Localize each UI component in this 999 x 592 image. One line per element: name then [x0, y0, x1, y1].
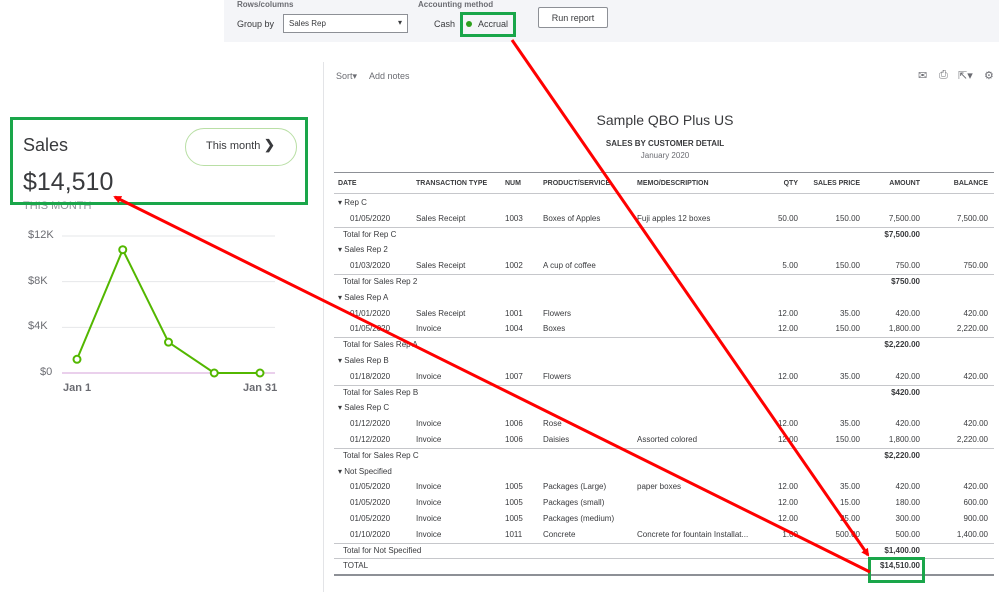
series-line [76, 247, 260, 374]
data-point [209, 368, 219, 378]
arrow-total-to-widget [113, 195, 871, 574]
data-point [118, 245, 128, 255]
data-point [164, 337, 173, 347]
overlay-graphics [62, 39, 871, 574]
data-point [255, 368, 265, 378]
data-point [72, 354, 82, 364]
sales-line-chart [62, 235, 275, 378]
arrow-accrual-to-total [510, 39, 870, 557]
